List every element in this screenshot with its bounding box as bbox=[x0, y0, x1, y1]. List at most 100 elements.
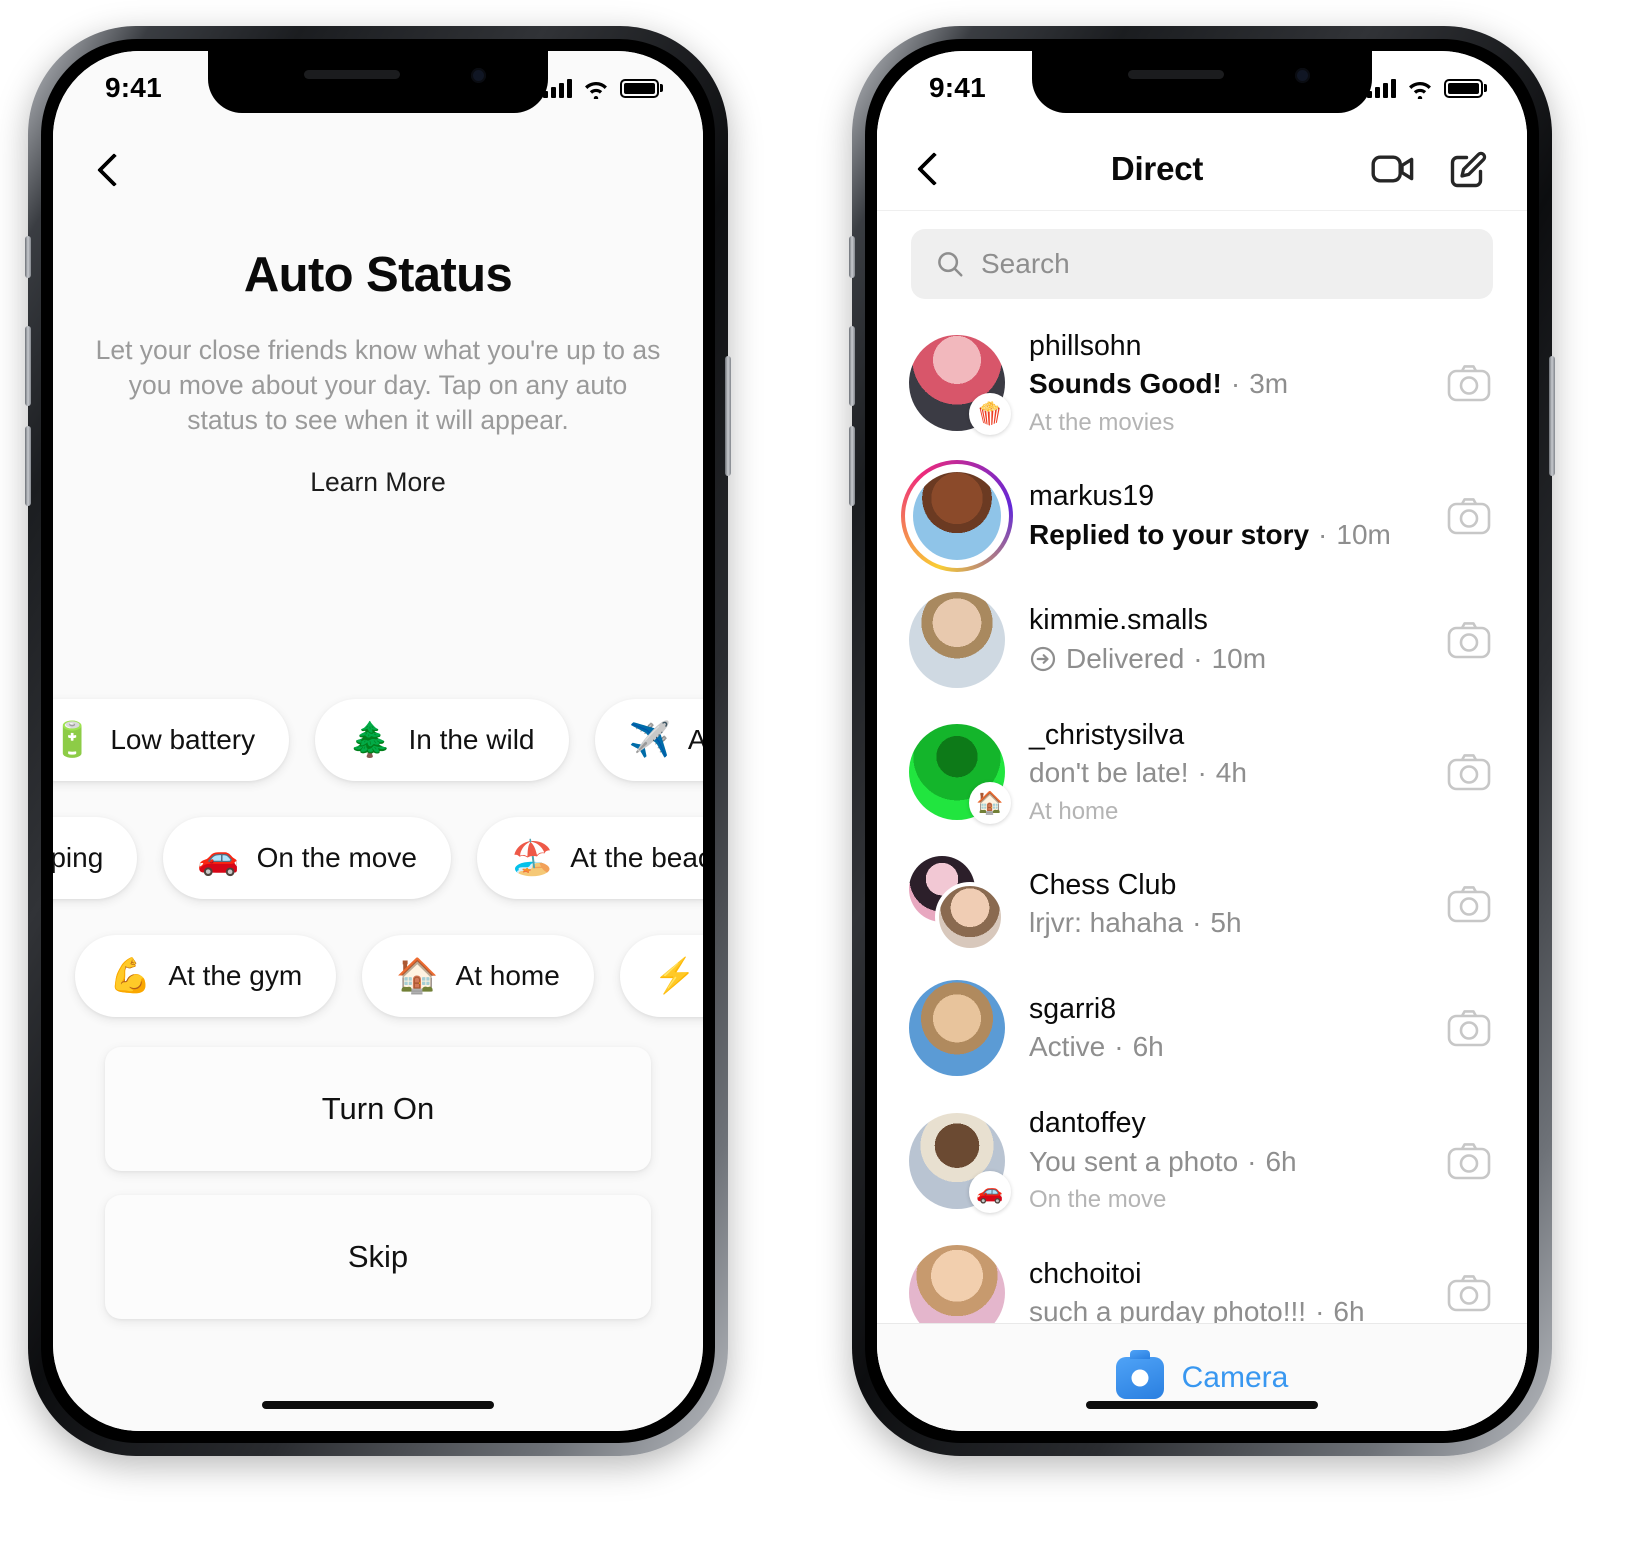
avatar[interactable] bbox=[909, 591, 1005, 688]
status-chip-charging[interactable]: ⚡ Ch bbox=[619, 934, 703, 1017]
volume-down-button[interactable] bbox=[25, 426, 31, 506]
thread-time: 10m bbox=[1336, 518, 1391, 550]
avatar-image bbox=[909, 1245, 1005, 1323]
power-button[interactable] bbox=[1549, 356, 1555, 476]
thread-message: Active · 6h bbox=[1029, 1028, 1417, 1067]
skip-button[interactable]: Skip bbox=[105, 1195, 651, 1319]
volume-up-button[interactable] bbox=[25, 326, 31, 406]
camera-outline-icon[interactable] bbox=[1441, 1273, 1497, 1313]
status-chip-airplane[interactable]: ✈️ At t bbox=[594, 698, 703, 781]
status-chip-label: At home bbox=[455, 959, 560, 991]
thread-list[interactable]: 🍿 phillsohn Sounds Good! · 3m At the mov… bbox=[877, 313, 1527, 1323]
avatar[interactable]: 🍿 bbox=[909, 335, 1011, 436]
dot-separator: · bbox=[1192, 907, 1202, 939]
thread-text: kimmie.smalls Delivered · 10m bbox=[1029, 601, 1417, 678]
dot-separator: · bbox=[1318, 518, 1328, 550]
status-indicators bbox=[543, 66, 659, 99]
status-chip-at-the-beach[interactable]: 🏖️ At the beac bbox=[476, 816, 703, 899]
car-emoji: 🚗 bbox=[197, 838, 240, 877]
thread-message-text: lrjvr: hahaha bbox=[1029, 907, 1184, 939]
thread-message: You sent a photo · 6h bbox=[1029, 1143, 1417, 1182]
dot-separator: · bbox=[1193, 642, 1203, 674]
turn-on-button[interactable]: Turn On bbox=[105, 1047, 651, 1171]
camera-outline-icon[interactable] bbox=[1441, 752, 1497, 792]
status-chip-label: ping bbox=[53, 841, 104, 873]
delivered-arrow-icon bbox=[1030, 646, 1056, 671]
thread-row-sgarri8[interactable]: sgarri8 Active · 6h bbox=[877, 966, 1527, 1090]
thread-username: Chess Club bbox=[1029, 868, 1177, 901]
camera-outline-icon[interactable] bbox=[1441, 496, 1497, 536]
camera-label: Camera bbox=[1181, 1360, 1289, 1394]
thread-row-chess-club[interactable]: Chess Club lrjvr: hahaha · 5h bbox=[877, 842, 1527, 966]
thread-row-phillsohn[interactable]: 🍿 phillsohn Sounds Good! · 3m At the mov… bbox=[877, 313, 1527, 454]
thread-row-christysilva[interactable]: 🏠 _christysilva don't be late! · 4h At h… bbox=[877, 702, 1527, 843]
status-chip-label: On the move bbox=[256, 841, 417, 873]
thread-username: kimmie.smalls bbox=[1029, 604, 1208, 637]
status-chip-shopping[interactable]: 🛒 ping bbox=[53, 816, 138, 899]
thread-auto-status: At home bbox=[1029, 797, 1119, 825]
search-input[interactable]: Search bbox=[911, 229, 1493, 299]
status-chip-on-the-move[interactable]: 🚗 On the move bbox=[163, 816, 451, 899]
thread-auto-status: On the move bbox=[1029, 1186, 1167, 1214]
thread-row-markus19[interactable]: markus19 Replied to your story · 10m bbox=[877, 454, 1527, 578]
thread-text: sgarri8 Active · 6h bbox=[1029, 990, 1417, 1067]
auto-status-screen: Auto Status Let your close friends know … bbox=[53, 51, 703, 1431]
dot-separator: · bbox=[1247, 1145, 1257, 1177]
thread-text: markus19 Replied to your story · 10m bbox=[1029, 477, 1417, 554]
power-button[interactable] bbox=[725, 356, 731, 476]
status-chip-label: Low battery bbox=[110, 723, 256, 755]
wifi-icon bbox=[1409, 81, 1431, 99]
thread-message-text: Sounds Good! bbox=[1029, 368, 1222, 400]
status-chip-in-the-wild[interactable]: 🌲 In the wild bbox=[315, 698, 569, 781]
flexed-biceps-emoji: 💪 bbox=[109, 956, 152, 995]
avatar[interactable] bbox=[909, 980, 1005, 1077]
status-chip-at-home[interactable]: 🏠 At home bbox=[362, 934, 594, 1017]
avatar[interactable]: 🚗 bbox=[909, 1112, 1011, 1213]
thread-time: 10m bbox=[1211, 642, 1267, 674]
status-chip-label: At the beac bbox=[570, 841, 703, 873]
camera-outline-icon[interactable] bbox=[1441, 1008, 1497, 1048]
thread-row-chchoitoi[interactable]: chchoitoi such a purday photo!!! · 6h bbox=[877, 1231, 1527, 1323]
status-time: 9:41 bbox=[105, 72, 162, 103]
dot-separator: · bbox=[1114, 1031, 1124, 1063]
learn-more-link[interactable]: Learn More bbox=[95, 467, 661, 498]
avatar[interactable]: 🏠 bbox=[909, 724, 1011, 825]
airplane-emoji: ✈️ bbox=[628, 720, 671, 759]
chevron-left-icon[interactable] bbox=[913, 154, 943, 184]
wifi-icon bbox=[585, 81, 607, 99]
thread-time: 4h bbox=[1215, 757, 1247, 789]
status-emoji-badge: 🍿 bbox=[969, 393, 1011, 436]
volume-up-button[interactable] bbox=[849, 326, 855, 406]
chevron-left-icon[interactable] bbox=[93, 155, 123, 185]
avatar-group[interactable] bbox=[909, 856, 1005, 953]
compose-pencil-icon[interactable] bbox=[1447, 147, 1491, 191]
volume-down-button[interactable] bbox=[849, 426, 855, 506]
avatar[interactable] bbox=[901, 459, 1013, 572]
camera-outline-icon[interactable] bbox=[1441, 1141, 1497, 1181]
home-indicator-left[interactable] bbox=[262, 1401, 494, 1409]
camera-outline-icon[interactable] bbox=[1441, 363, 1497, 403]
thread-row-dantoffey[interactable]: 🚗 dantoffey You sent a photo · 6h On the… bbox=[877, 1090, 1527, 1231]
video-camera-icon[interactable] bbox=[1371, 147, 1415, 191]
home-indicator-right[interactable] bbox=[1086, 1401, 1318, 1409]
battery-icon bbox=[620, 78, 659, 98]
camera-outline-icon[interactable] bbox=[1441, 884, 1497, 924]
status-time: 9:41 bbox=[929, 72, 986, 103]
camera-bar[interactable]: Camera bbox=[877, 1323, 1527, 1431]
avatar-image bbox=[909, 980, 1005, 1077]
thread-row-kimmie-smalls[interactable]: kimmie.smalls Delivered · 10m bbox=[877, 578, 1527, 702]
thread-message: don't be late! · 4h bbox=[1029, 754, 1417, 793]
thread-username: chchoitoi bbox=[1029, 1257, 1142, 1290]
chip-row-3: 💪 At the gym 🏠 At home ⚡ Ch bbox=[75, 923, 703, 1028]
auto-status-header: Auto Status Let your close friends know … bbox=[53, 247, 703, 498]
status-chip-at-the-gym[interactable]: 💪 At the gym bbox=[75, 934, 337, 1017]
status-chip-low-battery[interactable]: 🔋 Low battery bbox=[53, 698, 290, 781]
mute-switch[interactable] bbox=[849, 236, 855, 278]
status-chip-label: At the gym bbox=[168, 959, 303, 991]
mute-switch[interactable] bbox=[25, 236, 31, 278]
avatar[interactable] bbox=[909, 1245, 1005, 1323]
camera-outline-icon[interactable] bbox=[1441, 620, 1497, 660]
low-battery-emoji: 🔋 bbox=[53, 720, 94, 759]
front-camera-icon bbox=[1295, 68, 1310, 83]
thread-message-text: Delivered bbox=[1066, 642, 1185, 674]
